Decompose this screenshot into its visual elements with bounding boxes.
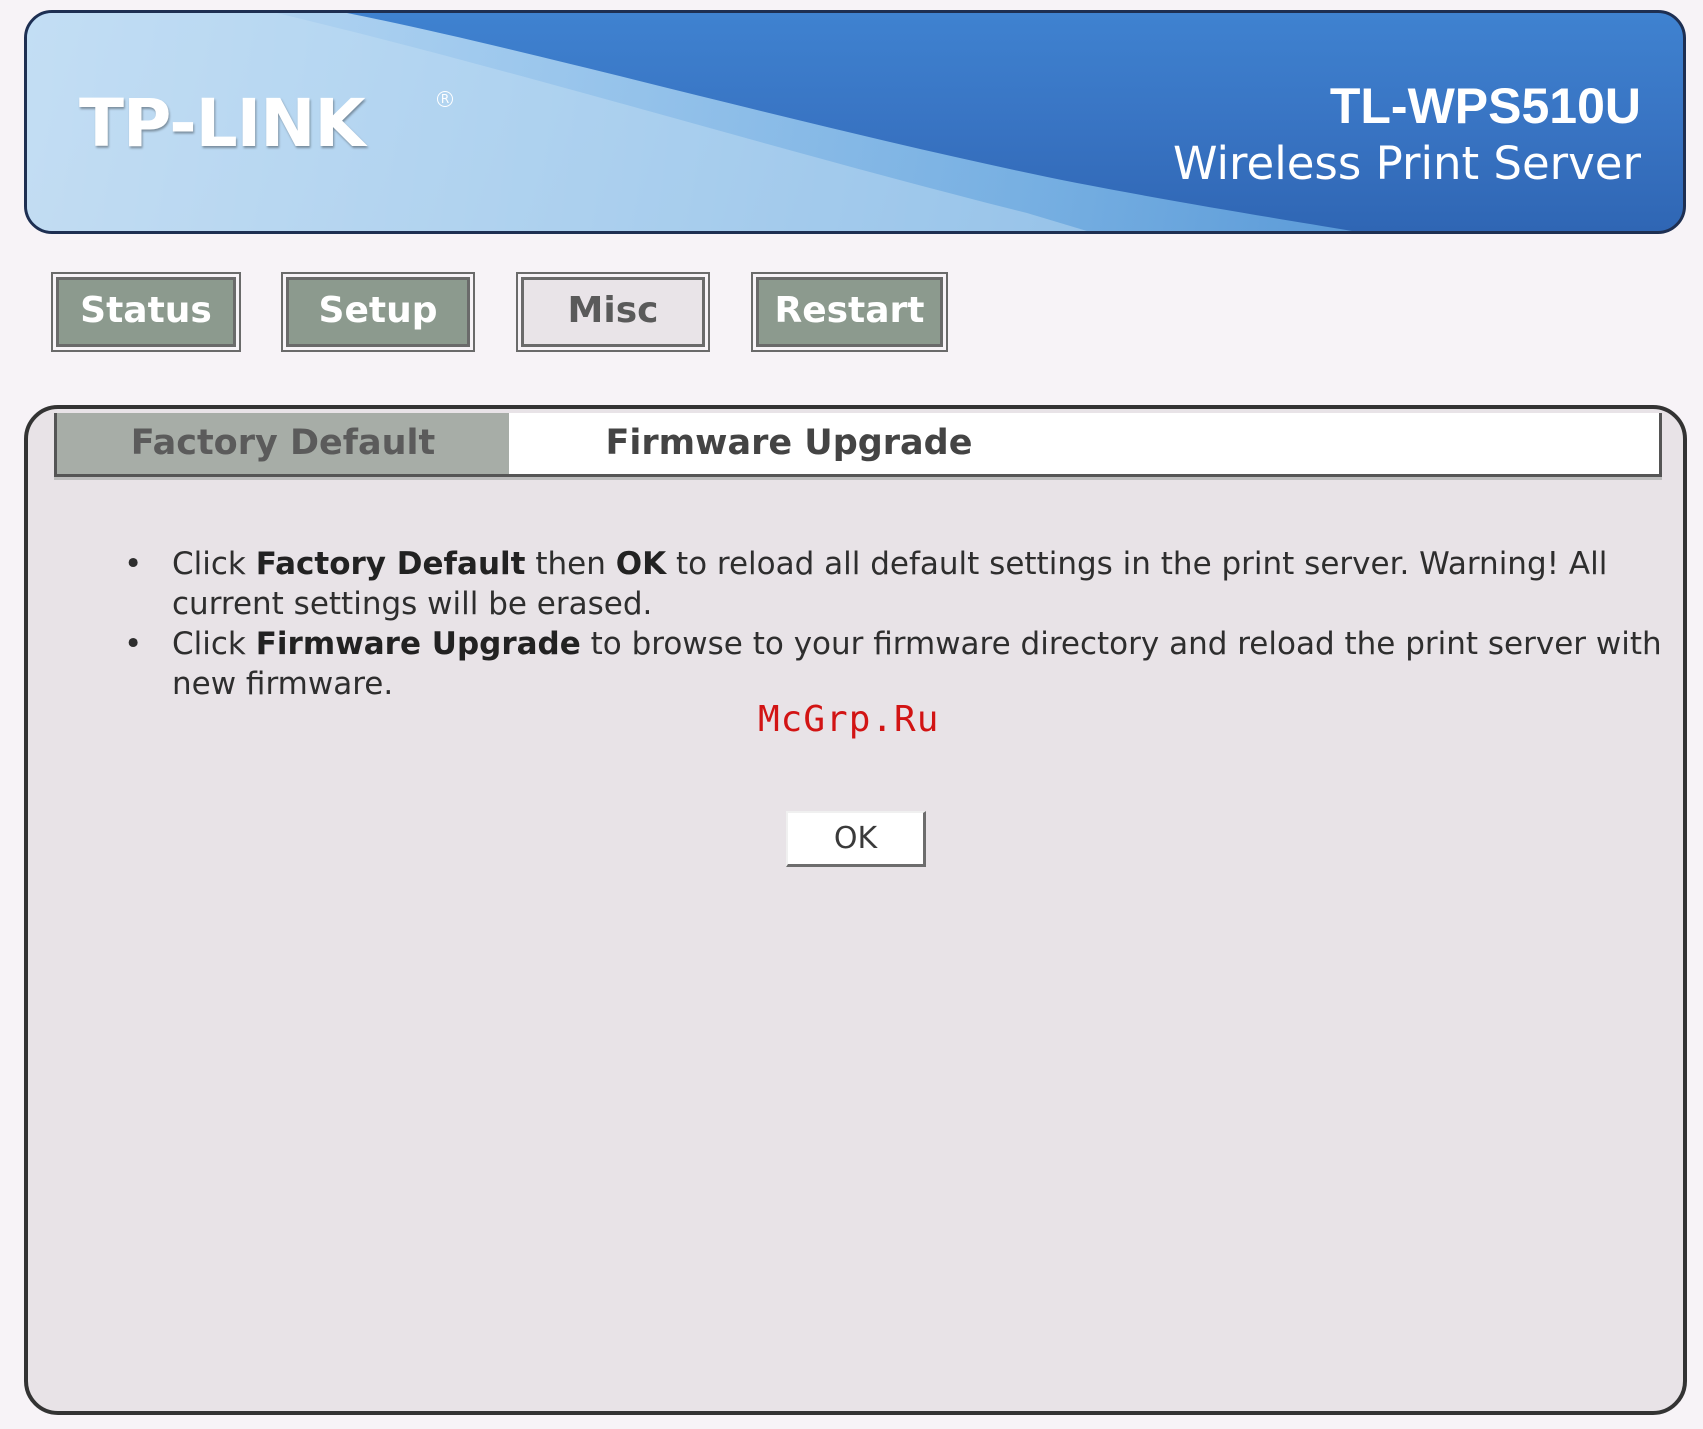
instruction-emphasis: Firmware Upgrade: [255, 626, 581, 662]
tp-link-logo: TP-LINK: [79, 85, 366, 162]
list-item: • Click Firmware Upgrade to browse to yo…: [124, 624, 1664, 704]
nav-misc-button[interactable]: Misc: [518, 274, 708, 350]
instruction-emphasis: OK: [615, 546, 667, 582]
registered-mark-icon: R: [437, 91, 453, 107]
instruction-text: Click: [172, 546, 256, 582]
misc-panel: Factory Default Firmware Upgrade • Click…: [24, 405, 1687, 1415]
instruction-emphasis: Factory Default: [255, 546, 526, 582]
list-item: • Click Factory Default then OK to reloa…: [124, 544, 1664, 624]
model-name: TL-WPS510U: [1329, 78, 1641, 134]
tab-factory-default[interactable]: Factory Default: [57, 413, 509, 474]
nav-status-button[interactable]: Status: [53, 274, 239, 350]
tab-firmware-upgrade[interactable]: Firmware Upgrade: [509, 413, 1069, 474]
nav-restart-button[interactable]: Restart: [753, 274, 946, 350]
bullet-icon: •: [124, 546, 143, 582]
nav-setup-button[interactable]: Setup: [283, 274, 473, 350]
instruction-list: • Click Factory Default then OK to reloa…: [124, 544, 1664, 704]
tab-bar: Factory Default Firmware Upgrade: [54, 413, 1662, 477]
watermark-text: McGrp.Ru: [758, 699, 940, 740]
product-name: Wireless Print Server: [1173, 137, 1641, 190]
header-banner: TP-LINK R TL-WPS510U Wireless Print Serv…: [24, 10, 1686, 234]
ok-button[interactable]: OK: [786, 811, 926, 867]
instruction-text: then: [525, 546, 616, 582]
bullet-icon: •: [124, 626, 143, 662]
instruction-text: Click: [172, 626, 256, 662]
